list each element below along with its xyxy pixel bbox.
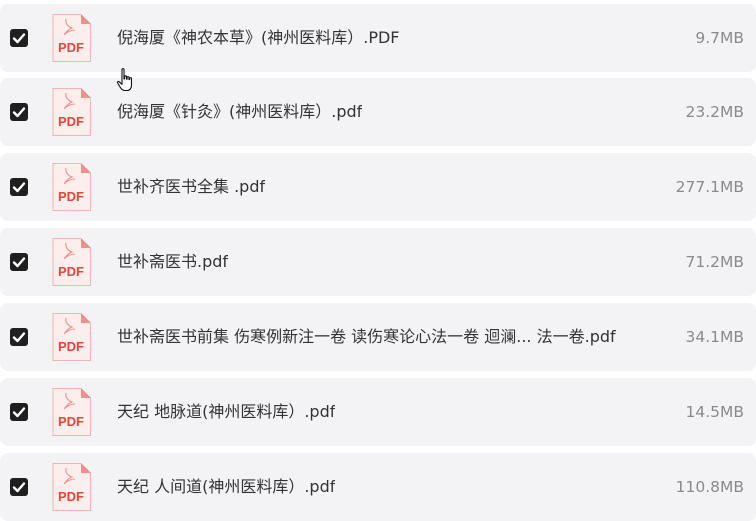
file-name[interactable]: 倪海厦《神农本草》(神州医料库）.PDF: [117, 4, 400, 72]
svg-text:PDF: PDF: [58, 339, 84, 354]
pdf-file-icon: PDF: [51, 87, 92, 137]
checkbox-checked[interactable]: [10, 328, 28, 346]
svg-text:PDF: PDF: [58, 414, 84, 429]
pdf-file-icon: PDF: [51, 162, 92, 212]
file-name[interactable]: 倪海厦《针灸》(神州医料库）.pdf: [117, 78, 362, 146]
file-row[interactable]: PDF 世补斋医书.pdf 71.2MB: [0, 228, 756, 296]
file-size: 110.8MB: [675, 478, 744, 496]
file-row[interactable]: PDF 天纪 人间道(神州医料库）.pdf 110.8MB: [0, 453, 756, 521]
svg-text:PDF: PDF: [58, 114, 84, 129]
file-name[interactable]: 世补斋医书.pdf: [117, 228, 228, 296]
checkbox-checked[interactable]: [10, 103, 28, 121]
file-row[interactable]: PDF 天纪 地脉道(神州医料库）.pdf 14.5MB: [0, 378, 756, 446]
file-name[interactable]: 世补齐医书全集 .pdf: [117, 153, 265, 221]
file-row[interactable]: PDF 倪海厦《神农本草》(神州医料库）.PDF 9.7MB: [0, 4, 756, 72]
file-row[interactable]: PDF 世补齐医书全集 .pdf 277.1MB: [0, 153, 756, 221]
checkbox-checked[interactable]: [10, 253, 28, 271]
pdf-file-icon: PDF: [51, 13, 92, 63]
checkbox-checked[interactable]: [10, 178, 28, 196]
svg-text:PDF: PDF: [58, 264, 84, 279]
pdf-file-icon: PDF: [51, 387, 92, 437]
file-name[interactable]: 天纪 人间道(神州医料库）.pdf: [117, 453, 335, 521]
file-row[interactable]: PDF 倪海厦《针灸》(神州医料库）.pdf 23.2MB: [0, 78, 756, 146]
svg-text:PDF: PDF: [58, 489, 84, 504]
file-row[interactable]: PDF 世补斋医书前集 伤寒例新注一卷 读伤寒论心法一卷 迴澜... 法一卷.p…: [0, 303, 756, 371]
file-size: 277.1MB: [675, 178, 744, 196]
checkbox-checked[interactable]: [10, 403, 28, 421]
checkbox-checked[interactable]: [10, 478, 28, 496]
file-size: 71.2MB: [685, 253, 744, 271]
file-name[interactable]: 天纪 地脉道(神州医料库）.pdf: [117, 378, 335, 446]
svg-text:PDF: PDF: [58, 40, 84, 55]
pdf-file-icon: PDF: [51, 462, 92, 512]
svg-text:PDF: PDF: [58, 189, 84, 204]
file-list: PDF 倪海厦《神农本草》(神州医料库）.PDF 9.7MB PDF 倪海厦《针…: [0, 0, 756, 521]
file-name[interactable]: 世补斋医书前集 伤寒例新注一卷 读伤寒论心法一卷 迴澜... 法一卷.pdf: [117, 303, 616, 371]
file-size: 23.2MB: [685, 103, 744, 121]
pdf-file-icon: PDF: [51, 312, 92, 362]
pdf-file-icon: PDF: [51, 237, 92, 287]
checkbox-checked[interactable]: [10, 29, 28, 47]
file-size: 14.5MB: [685, 403, 744, 421]
file-size: 9.7MB: [695, 29, 744, 47]
file-size: 34.1MB: [685, 328, 744, 346]
